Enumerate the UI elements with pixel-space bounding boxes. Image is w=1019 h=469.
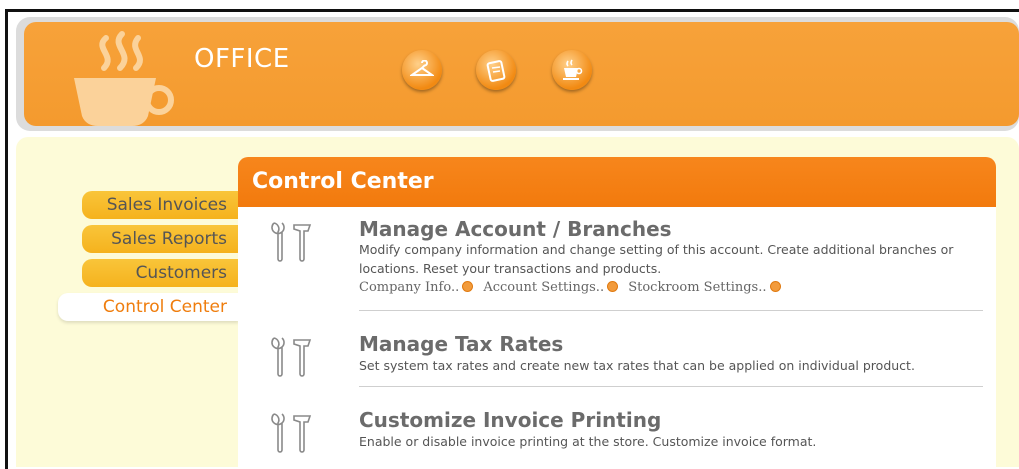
coffee-cup-logo-icon bbox=[74, 31, 174, 126]
stockroom-settings-link[interactable]: Stockroom Settings.. bbox=[628, 280, 766, 295]
divider bbox=[359, 386, 983, 387]
clipboard-button[interactable] bbox=[476, 50, 516, 90]
coffee-cup-icon bbox=[563, 59, 583, 80]
sidebar-item-sales-reports[interactable]: Sales Reports bbox=[82, 225, 239, 253]
hanger-button[interactable] bbox=[402, 50, 442, 90]
section-description: Modify company information and change se… bbox=[359, 242, 954, 276]
link-dot-icon bbox=[769, 281, 781, 292]
divider bbox=[359, 310, 983, 311]
coffee-button[interactable] bbox=[552, 50, 592, 90]
hanger-icon bbox=[410, 60, 434, 76]
tools-icon bbox=[271, 337, 312, 377]
account-settings-link[interactable]: Account Settings.. bbox=[483, 280, 604, 295]
app-title: OFFICE bbox=[194, 44, 290, 74]
control-center-panel: Control Center Manage Account / Branches… bbox=[238, 157, 996, 467]
tools-icon bbox=[271, 413, 312, 453]
section-description: Enable or disable invoice printing at th… bbox=[359, 434, 817, 449]
section-title[interactable]: Manage Account / Branches bbox=[359, 217, 672, 241]
panel-header: Control Center bbox=[238, 157, 996, 207]
link-dot-icon bbox=[607, 281, 619, 292]
company-info-link[interactable]: Company Info.. bbox=[359, 280, 459, 295]
sidebar-item-control-center[interactable]: Control Center bbox=[58, 293, 239, 321]
section-links: Company Info.. Account Settings.. Stockr… bbox=[359, 280, 787, 295]
sidebar-item-customers[interactable]: Customers bbox=[82, 259, 239, 287]
link-dot-icon bbox=[462, 281, 474, 292]
section-title[interactable]: Customize Invoice Printing bbox=[359, 408, 661, 432]
sidebar-item-sales-invoices[interactable]: Sales Invoices bbox=[82, 191, 239, 219]
section-description: Set system tax rates and create new tax … bbox=[359, 358, 915, 373]
header-bar: OFFICE bbox=[24, 22, 1019, 126]
tools-icon bbox=[271, 222, 312, 262]
clipboard-icon bbox=[486, 60, 506, 82]
panel-title: Control Center bbox=[252, 169, 434, 194]
section-title[interactable]: Manage Tax Rates bbox=[359, 332, 563, 356]
